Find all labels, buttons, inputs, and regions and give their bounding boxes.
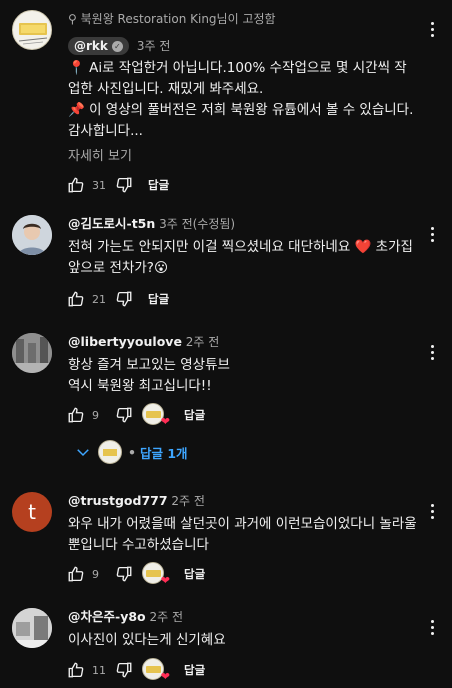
comment-item: t @trustgod777 2주 전 와우 내가 어렸을때 살던곳이 과거에 … (0, 482, 452, 592)
comment-author[interactable]: @libertyyoulove (68, 334, 182, 349)
comment-text: 이사진이 있다는게 신기혜요 (68, 632, 226, 648)
reply-button[interactable]: 답글 (184, 407, 205, 423)
comment-time[interactable]: 3주 전 (137, 37, 171, 55)
restoration-king-logo-icon (18, 23, 48, 45)
avatar[interactable] (12, 215, 52, 255)
like-count: 21 (92, 292, 106, 306)
verified-check-icon: ✓ (111, 40, 123, 52)
like-icon[interactable] (66, 564, 86, 584)
pin-icon: ⚲ (68, 12, 77, 26)
dislike-icon[interactable] (114, 405, 134, 425)
pinned-label-row: ⚲ 북원왕 Restoration King님이 고정함 (68, 10, 418, 28)
comment-time[interactable]: 2주 전 (171, 494, 205, 508)
comment-meta: @차은주-y8o 2주 전 (68, 608, 418, 626)
comment-menu-icon[interactable] (424, 345, 440, 360)
reply-button[interactable]: 답글 (184, 662, 205, 678)
like-icon[interactable] (66, 289, 86, 309)
replies-count: 답글 1개 (140, 445, 188, 461)
comment-text: 와우 내가 어렸을때 살던곳이 과거에 이런모습이었다니 놀라울뿐입니다 수고하… (68, 516, 417, 553)
avatar-letter: t (28, 500, 36, 524)
comment-actions: 9 ❤ 답글 (66, 403, 205, 428)
like-count: 9 (92, 408, 99, 422)
comment-meta: @trustgod777 2주 전 (68, 492, 418, 510)
dislike-icon[interactable] (114, 660, 134, 680)
dislike-icon[interactable] (114, 289, 134, 309)
comment-text: 항상 즐겨 보고있는 영상튜브 역시 북원왕 최고십니다!! (68, 357, 230, 394)
creator-heart-badge: ❤ (142, 562, 170, 587)
like-icon[interactable] (66, 175, 86, 195)
like-count: 11 (92, 663, 106, 677)
comment-time[interactable]: 2주 전 (186, 335, 220, 349)
like-count: 9 (92, 567, 99, 581)
user-photo-icon (12, 608, 52, 648)
comment-time[interactable]: 3주 전(수정됨) (159, 217, 235, 231)
comment-meta: @libertyyoulove 2주 전 (68, 333, 418, 351)
like-icon[interactable] (66, 405, 86, 425)
heart-icon: ❤ (160, 415, 170, 428)
comment-item: @차은주-y8o 2주 전 이사진이 있다는게 신기혜요 11 ❤ 답글 (0, 598, 452, 688)
dislike-icon[interactable] (114, 175, 134, 195)
comment-menu-icon[interactable] (424, 620, 440, 635)
heart-icon: ❤ (160, 670, 170, 683)
comment-item: @libertyyoulove 2주 전 항상 즐겨 보고있는 영상튜브 역시 … (0, 323, 452, 433)
comment-author: @rkk (74, 39, 108, 53)
chevron-down-icon (77, 449, 89, 457)
user-photo-icon (12, 215, 52, 255)
comment-actions: 11 ❤ 답글 (66, 658, 205, 683)
comment-item: @김도로시-t5n 3주 전(수정됨) 전혀 가는도 안되지만 이걸 찍으셨네요… (0, 205, 452, 310)
comment-meta: @김도로시-t5n 3주 전(수정됨) (68, 215, 418, 233)
pinned-label: 북원왕 Restoration King님이 고정함 (80, 12, 276, 26)
avatar[interactable] (12, 608, 52, 648)
comment-actions: 9 ❤ 답글 (66, 562, 205, 587)
read-more-link[interactable]: 자세히 보기 (68, 145, 418, 164)
reply-button[interactable]: 답글 (148, 291, 169, 307)
comment-menu-icon[interactable] (424, 22, 440, 37)
comment-author[interactable]: @김도로시-t5n (68, 216, 155, 231)
heart-icon: ❤ (160, 574, 170, 587)
separator-dot: • (128, 444, 136, 460)
comment-author[interactable]: @trustgod777 (68, 493, 168, 508)
like-icon[interactable] (66, 660, 86, 680)
comment-menu-icon[interactable] (424, 504, 440, 519)
comment-pinned: ⚲ 북원왕 Restoration King님이 고정함 @rkk ✓ 3주 전… (0, 0, 452, 200)
creator-heart-badge: ❤ (142, 403, 170, 428)
avatar[interactable]: t (12, 492, 52, 532)
comment-actions: 31 답글 (66, 173, 169, 197)
author-pill[interactable]: @rkk ✓ (68, 37, 129, 55)
comment-menu-icon[interactable] (424, 227, 440, 242)
dislike-icon[interactable] (114, 564, 134, 584)
reply-button[interactable]: 답글 (148, 177, 169, 193)
comment-actions: 21 답글 (66, 287, 169, 311)
comment-text: 📍 Ai로 작업한거 아닙니다.100% 수작업으로 몇 시간씩 작업한 사진입… (68, 60, 414, 139)
comment-author[interactable]: @차은주-y8o (68, 609, 146, 624)
view-replies-button[interactable]: • 답글 1개 (74, 440, 188, 464)
user-photo-icon (12, 333, 52, 373)
avatar[interactable] (12, 333, 52, 373)
creator-heart-badge: ❤ (142, 658, 170, 683)
creator-avatar (98, 440, 122, 464)
comment-text: 전혀 가는도 안되지만 이걸 찍으셨네요 대단하네요 ❤️ 초가집 앞으로 전차… (68, 239, 413, 276)
avatar[interactable] (12, 10, 52, 50)
like-count: 31 (92, 178, 106, 192)
reply-button[interactable]: 답글 (184, 566, 205, 582)
comment-time[interactable]: 2주 전 (149, 610, 183, 624)
